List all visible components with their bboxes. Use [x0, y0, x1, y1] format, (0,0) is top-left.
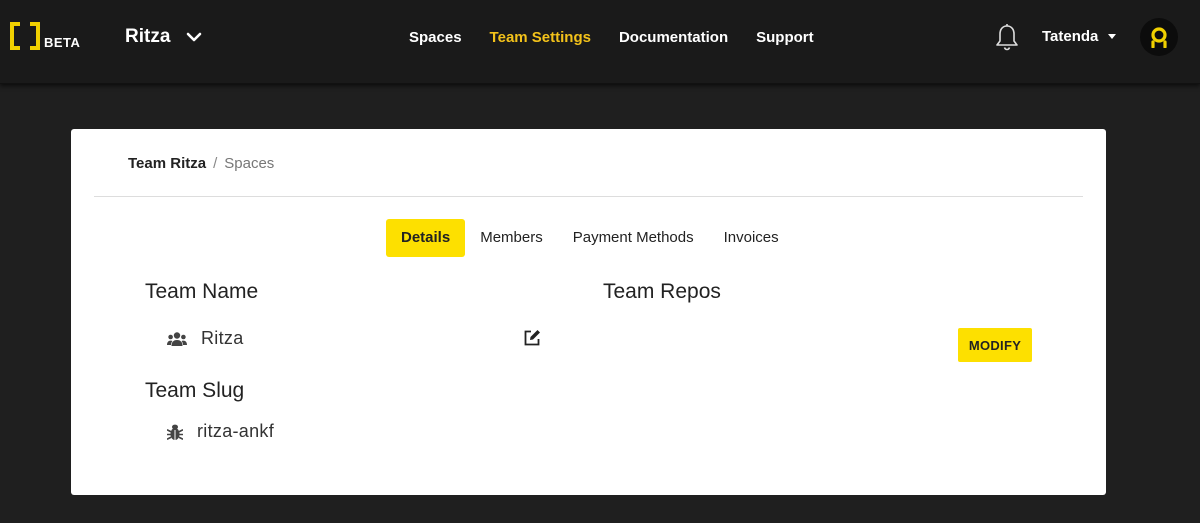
tab-payment-methods[interactable]: Payment Methods: [558, 219, 709, 257]
team-switcher-name: Ritza: [125, 26, 171, 47]
divider: [94, 196, 1083, 197]
nav-link-support[interactable]: Support: [756, 29, 814, 46]
app-logo[interactable]: BETA: [4, 22, 84, 52]
bell-icon[interactable]: [994, 23, 1020, 51]
settings-tabs: Details Members Payment Methods Invoices: [386, 219, 794, 257]
nav-link-documentation[interactable]: Documentation: [619, 29, 728, 46]
team-name-row: Ritza: [167, 328, 244, 349]
user-menu[interactable]: Tatenda: [1042, 25, 1117, 47]
team-switcher[interactable]: Ritza: [125, 24, 202, 50]
logo-bracket-right-icon: [30, 22, 40, 50]
breadcrumb-separator: /: [213, 154, 218, 172]
tab-invoices[interactable]: Invoices: [709, 219, 794, 257]
team-settings-card: Team Ritza / Spaces Details Members Paym…: [71, 129, 1106, 495]
beta-badge: BETA: [44, 35, 81, 50]
nav-link-team-settings[interactable]: Team Settings: [490, 29, 591, 46]
user-name: Tatenda: [1042, 27, 1099, 45]
team-slug-heading: Team Slug: [145, 379, 245, 402]
edit-icon[interactable]: [523, 329, 541, 347]
bug-icon: [167, 424, 183, 440]
tab-members[interactable]: Members: [465, 219, 558, 257]
chevron-down-icon: [187, 32, 202, 42]
team-slug-value: ritza-ankf: [197, 421, 275, 441]
tab-details[interactable]: Details: [386, 219, 466, 257]
caret-down-icon: [1108, 33, 1117, 39]
team-name-value: Ritza: [201, 328, 244, 348]
avatar-user-icon: [1151, 27, 1167, 48]
top-navbar: BETA Ritza Spaces Team Settings Document…: [0, 0, 1200, 84]
avatar[interactable]: [1140, 18, 1178, 56]
nav-link-spaces[interactable]: Spaces: [409, 29, 462, 46]
users-icon: [167, 331, 187, 346]
logo-bracket-left-icon: [10, 22, 20, 50]
modify-repos-button[interactable]: MODIFY: [958, 328, 1032, 362]
team-repos-heading: Team Repos: [603, 280, 721, 303]
main-nav: Spaces Team Settings Documentation Suppo…: [409, 25, 814, 49]
team-name-heading: Team Name: [145, 280, 259, 303]
breadcrumb-current: Spaces: [224, 154, 275, 172]
breadcrumb-team[interactable]: Team Ritza: [128, 155, 206, 172]
team-slug-row: ritza-ankf: [167, 421, 274, 442]
breadcrumb: Team Ritza / Spaces: [128, 154, 274, 172]
